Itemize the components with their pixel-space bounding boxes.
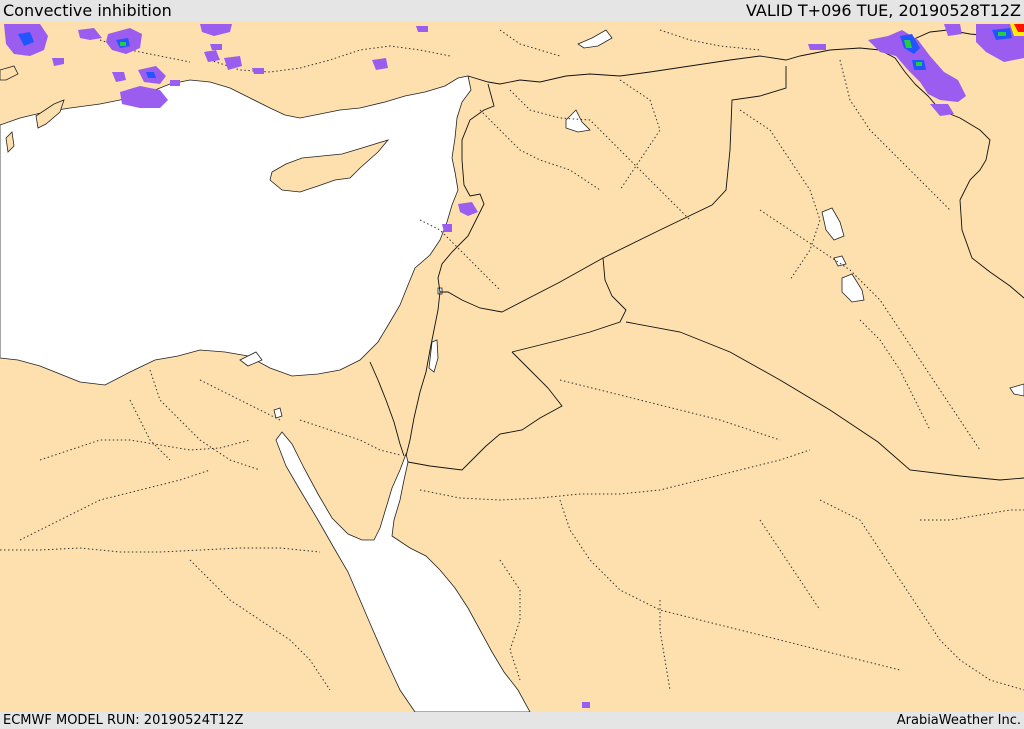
weather-map[interactable] <box>0 21 1024 712</box>
credit-label: ArabiaWeather Inc. <box>896 713 1021 728</box>
map-footer: ECMWF MODEL RUN: 20190524T12Z ArabiaWeat… <box>0 712 1024 729</box>
map-canvas <box>0 21 1024 712</box>
model-run-label: ECMWF MODEL RUN: 20190524T12Z <box>3 713 244 728</box>
map-header: Convective inhibition VALID T+096 TUE, 2… <box>0 0 1024 21</box>
map-title: Convective inhibition <box>3 1 172 20</box>
valid-time: VALID T+096 TUE, 20190528T12Z <box>745 1 1021 20</box>
